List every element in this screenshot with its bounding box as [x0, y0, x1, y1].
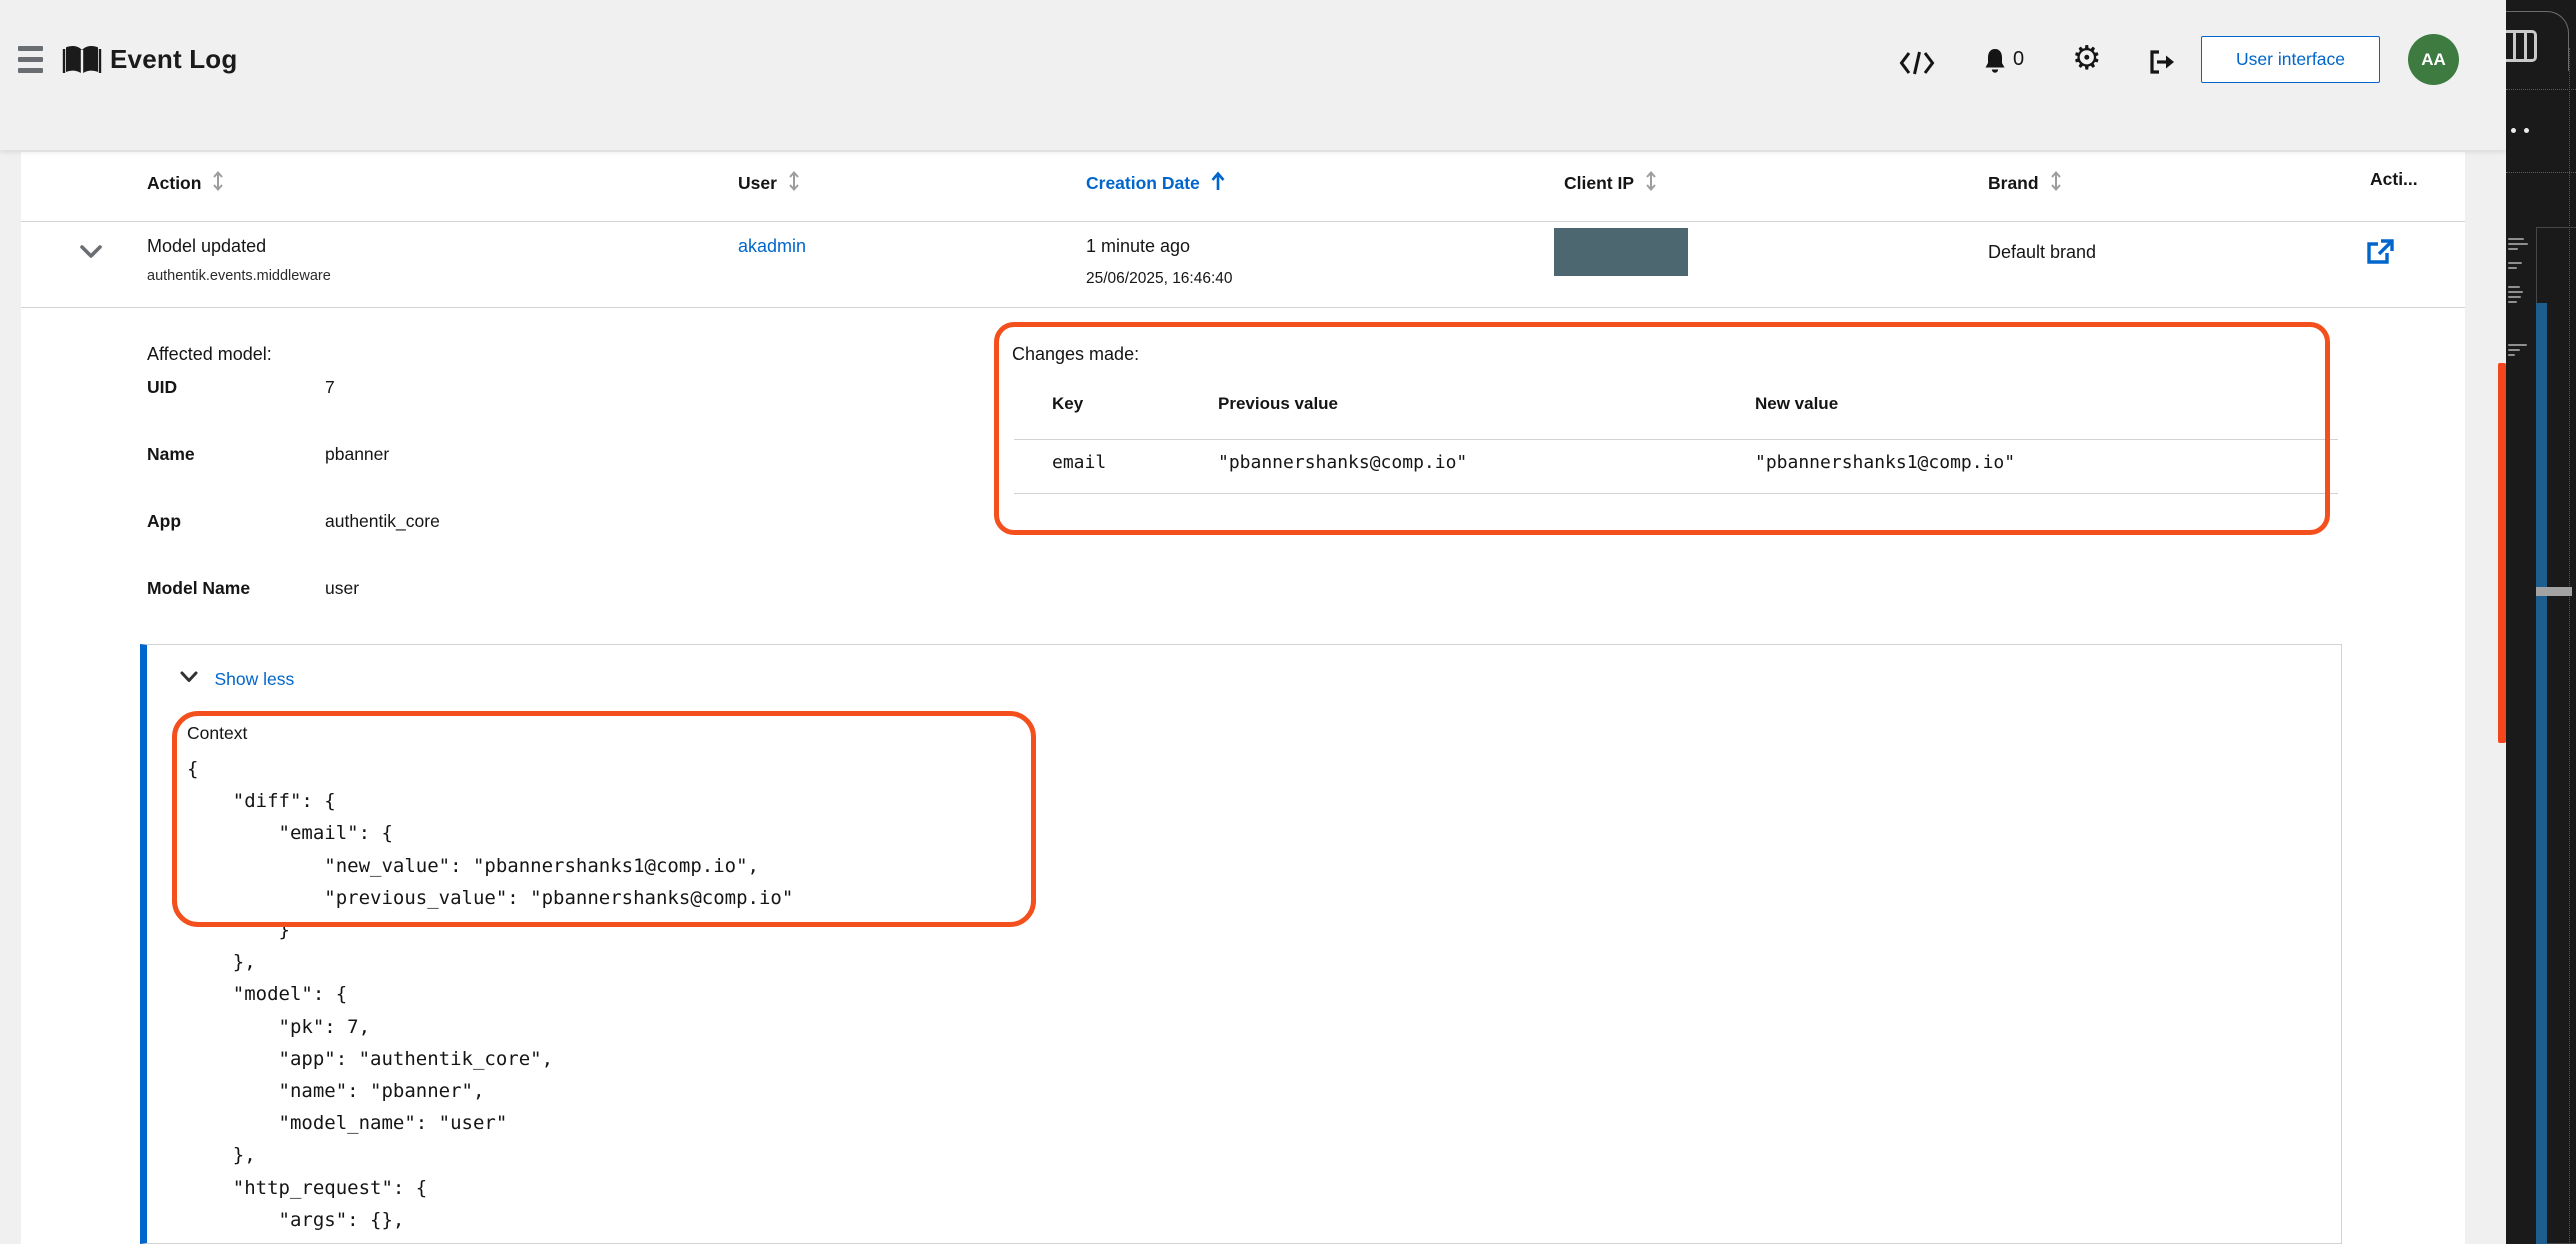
field-value-name: pbanner	[325, 444, 389, 465]
column-header-action[interactable]: Action	[147, 169, 225, 198]
chevron-down-icon[interactable]	[79, 244, 109, 268]
user-interface-button-label: User interface	[2236, 49, 2345, 70]
affected-model-label: Affected model:	[147, 344, 272, 365]
show-less-label: Show less	[214, 669, 294, 689]
changes-cell-previous: "pbannershanks@comp.io"	[1218, 452, 1467, 473]
columns-view-icon	[2506, 30, 2537, 62]
preview-orange-marker	[2498, 363, 2506, 743]
changes-column-new: New value	[1755, 394, 1838, 414]
preview-tiny-text	[2508, 286, 2523, 306]
context-label: Context	[187, 723, 247, 744]
field-key-app: App	[147, 511, 181, 532]
hamburger-menu-icon[interactable]	[18, 46, 44, 76]
event-brand: Default brand	[1988, 242, 2096, 263]
arrow-up-icon	[1210, 177, 1226, 197]
event-user-link[interactable]: akadmin	[738, 236, 806, 257]
sort-updown-icon	[2049, 177, 2063, 197]
preview-scroll-thumb	[2536, 587, 2572, 596]
sort-updown-icon	[211, 177, 225, 197]
changes-cell-new: "pbannershanks1@comp.io"	[1755, 452, 2015, 473]
page-title: Event Log	[110, 44, 237, 75]
avatar-initials: AA	[2421, 50, 2446, 70]
context-card: Show less Context { "diff": { "email": {…	[140, 644, 2342, 1244]
field-value-app: authentik_core	[325, 511, 440, 532]
event-action-title: Model updated	[147, 236, 266, 257]
preview-dot	[2511, 128, 2516, 133]
gear-icon[interactable]: ⚙	[2072, 41, 2102, 74]
field-key-model-name: Model Name	[147, 578, 250, 599]
side-window-preview	[2506, 0, 2576, 1244]
column-header-creation-date[interactable]: Creation Date	[1086, 169, 1226, 198]
changes-column-key: Key	[1052, 394, 1083, 414]
event-row: Model updated authentik.events.middlewar…	[21, 222, 2465, 308]
expanded-row-content: Affected model: UID 7 Name pbanner App a…	[21, 308, 2465, 1244]
table-header-row: Action User Creation Date Client IP Bran…	[21, 152, 2465, 222]
client-ip-redaction-box	[1554, 228, 1688, 276]
preview-divider	[2506, 172, 2576, 173]
open-book-icon	[62, 42, 102, 78]
preview-blue-bar	[2536, 303, 2547, 1244]
event-created-absolute: 25/06/2025, 16:46:40	[1086, 270, 1233, 288]
bell-icon[interactable]	[1983, 47, 2007, 75]
field-key-name: Name	[147, 444, 195, 465]
field-value-model-name: user	[325, 578, 359, 599]
preview-tiny-text	[2508, 238, 2528, 253]
event-created-relative: 1 minute ago	[1086, 236, 1190, 257]
notification-count: 0	[2013, 48, 2024, 71]
user-interface-button[interactable]: User interface	[2201, 36, 2380, 83]
column-header-client-ip[interactable]: Client IP	[1564, 169, 1658, 198]
column-header-user[interactable]: User	[738, 169, 801, 198]
changes-divider	[1014, 439, 2338, 440]
column-header-actions: Acti...	[2370, 169, 2418, 190]
share-square-icon[interactable]	[2365, 238, 2395, 266]
sign-out-icon[interactable]	[2148, 49, 2176, 75]
avatar[interactable]: AA	[2408, 34, 2459, 85]
show-less-toggle[interactable]: Show less	[180, 669, 294, 690]
preview-divider	[2506, 89, 2576, 90]
app-header: Event Log 0 ⚙ User interface	[0, 0, 2506, 150]
changes-made-heading: Changes made:	[1012, 344, 1139, 365]
event-log-page: Event Log 0 ⚙ User interface	[0, 0, 2576, 1244]
field-value-uid: 7	[325, 377, 335, 398]
chevron-down-icon	[180, 670, 198, 687]
event-action-subtitle: authentik.events.middleware	[147, 268, 331, 284]
changes-divider	[1014, 493, 2338, 494]
changes-cell-key: email	[1052, 452, 1106, 473]
preview-tiny-text	[2508, 262, 2522, 272]
changes-column-previous: Previous value	[1218, 394, 1338, 414]
sort-updown-icon	[1644, 177, 1658, 197]
sort-updown-icon	[787, 177, 801, 197]
preview-dot	[2524, 128, 2529, 133]
context-json: { "diff": { "email": { "new_value": "pba…	[187, 753, 793, 1244]
api-code-icon[interactable]	[1899, 50, 1935, 76]
preview-tiny-text	[2508, 344, 2527, 359]
event-table: Action User Creation Date Client IP Bran…	[21, 152, 2465, 1244]
field-key-uid: UID	[147, 377, 177, 398]
column-header-brand[interactable]: Brand	[1988, 169, 2063, 198]
